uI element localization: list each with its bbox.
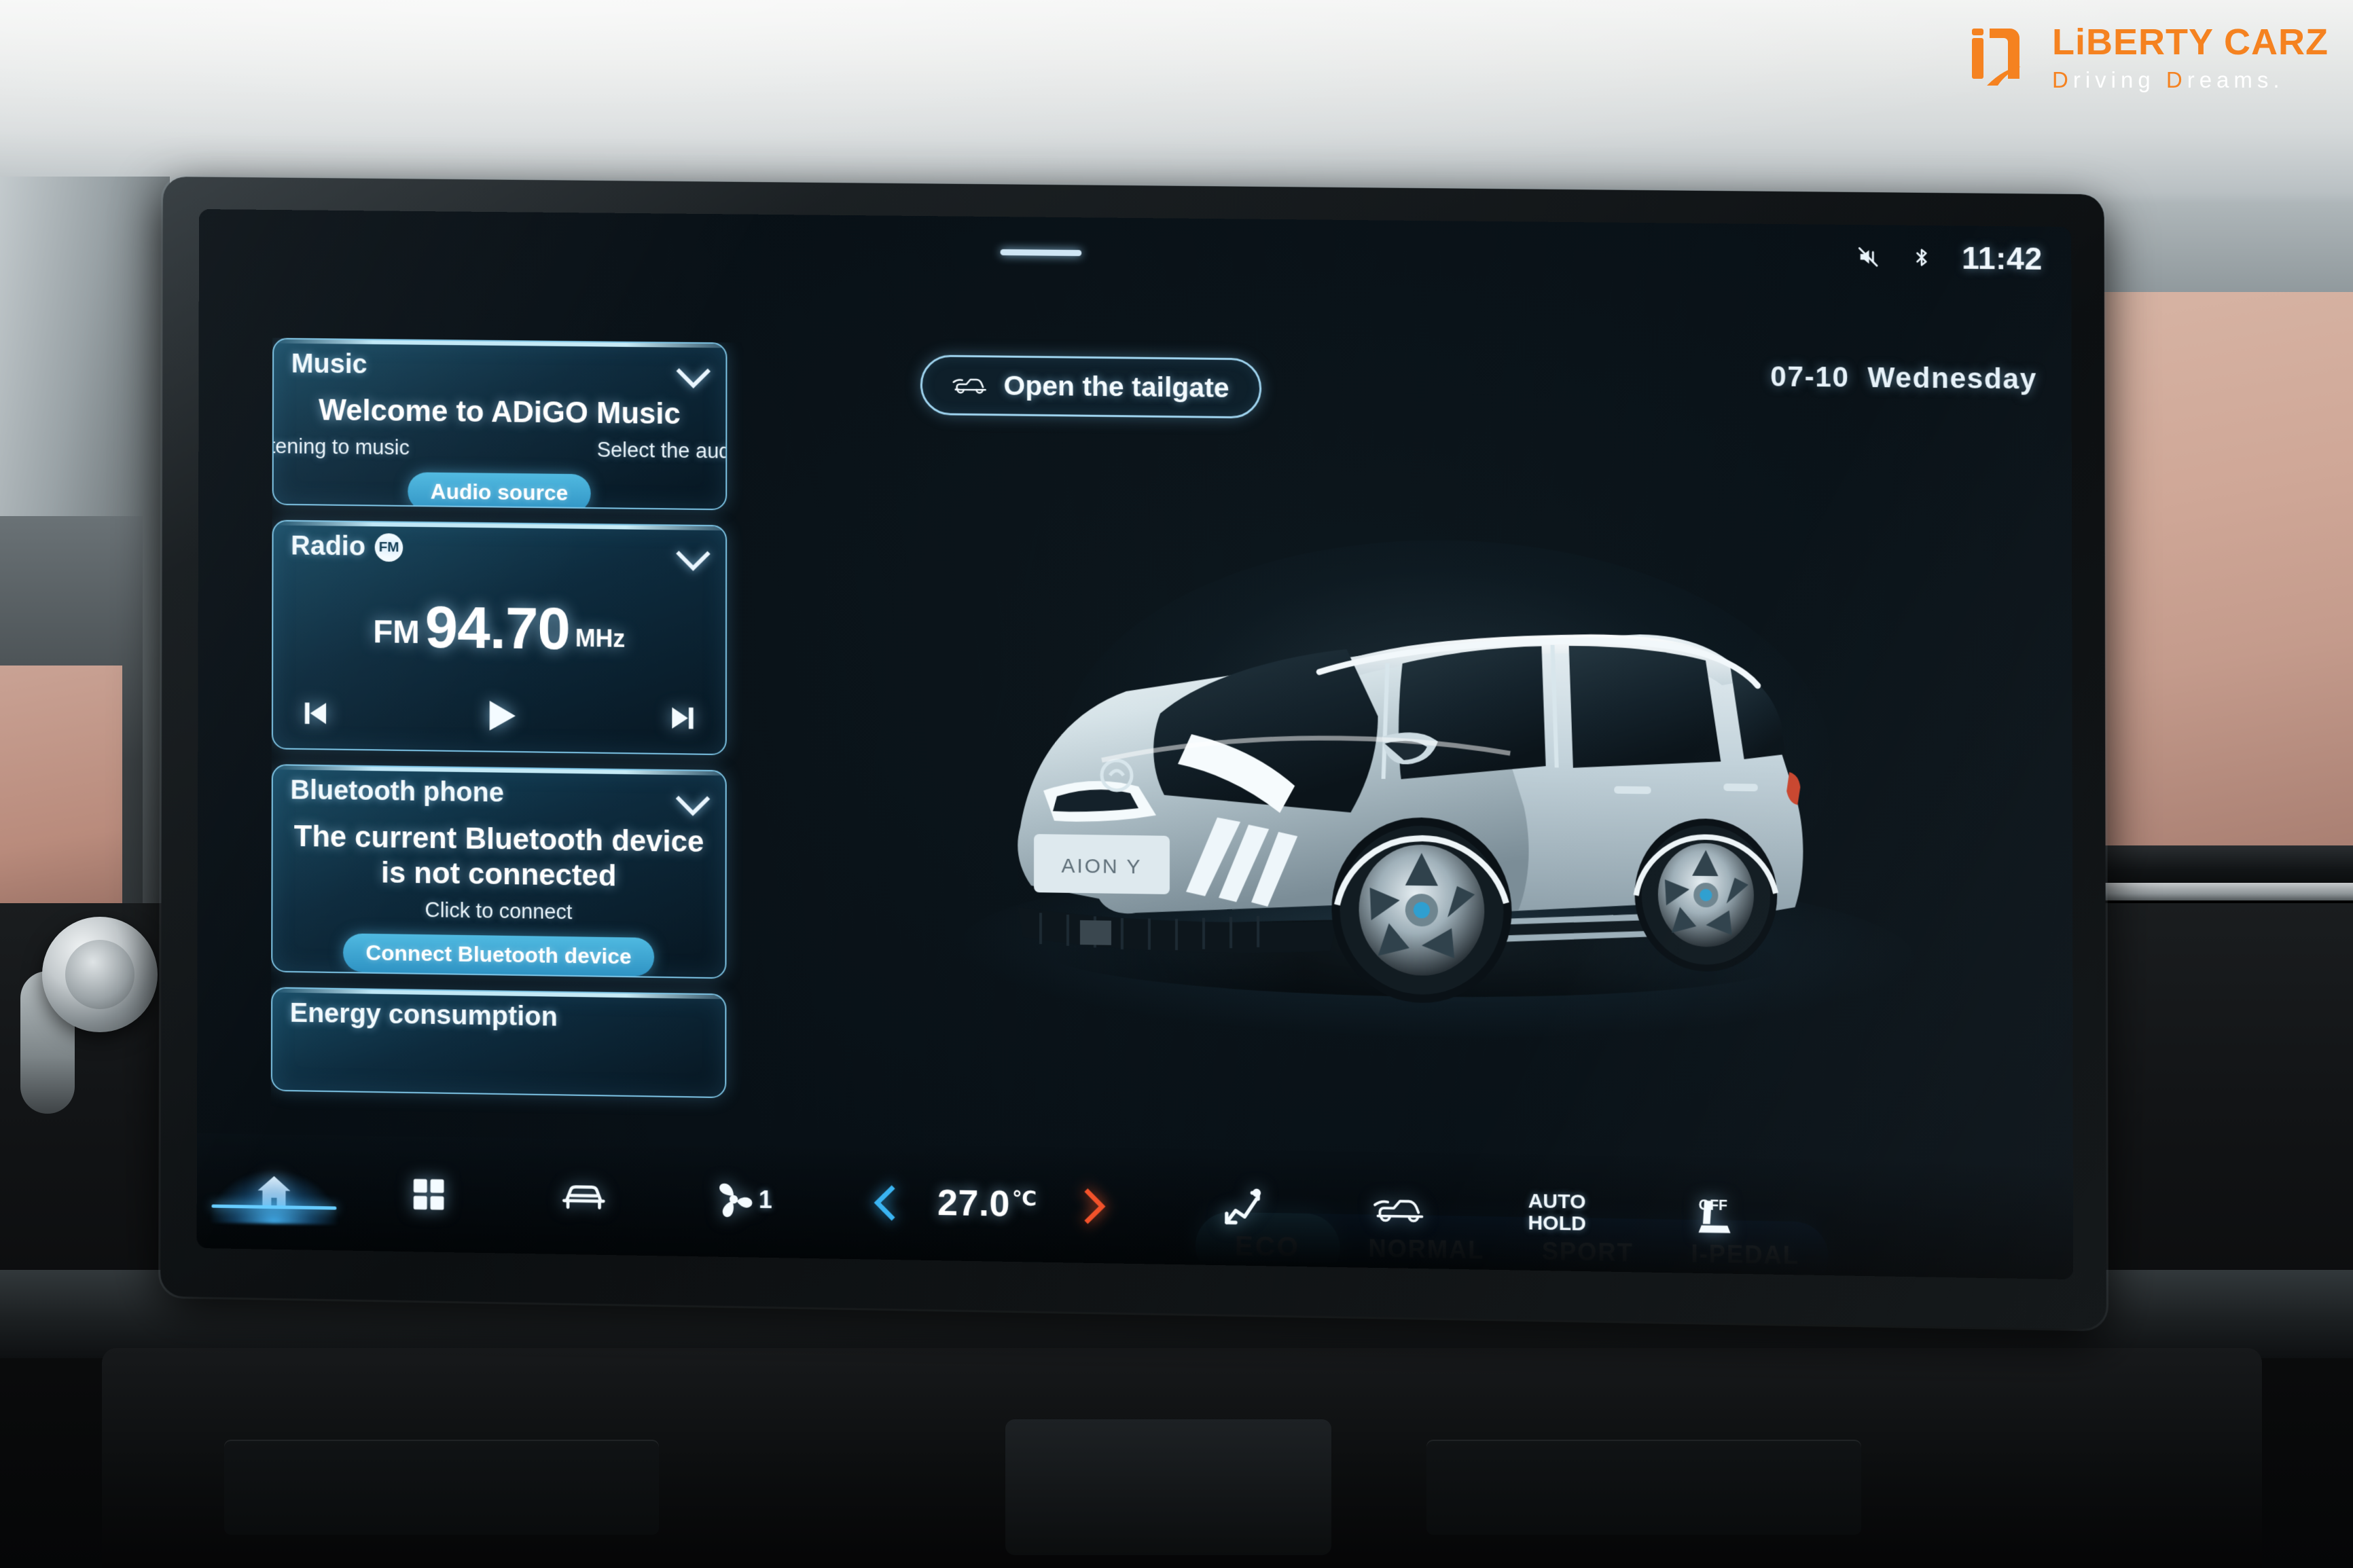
svg-text:OFF: OFF [1698, 1197, 1727, 1214]
widget-card-column[interactable]: Music Welcome to ADiGO Music tening to m… [270, 338, 744, 1142]
auto-hold-label: AUTO HOLD [1528, 1189, 1586, 1235]
radio-unit: MHz [575, 624, 626, 653]
nav-item-airflow[interactable] [1165, 1185, 1322, 1230]
radio-frequency-display: FM94.70 MHz [273, 564, 725, 696]
energy-card-title: Energy consumption [289, 998, 558, 1032]
car-illustration: AION Y [1018, 507, 1803, 1004]
nav-item-fan[interactable]: 1 [662, 1177, 824, 1222]
chevron-left-icon[interactable] [871, 1186, 901, 1217]
radio-card-header: Radio FM [273, 521, 725, 569]
apps-grid-icon [408, 1173, 449, 1215]
music-subtext-row: tening to music Select the audi [272, 430, 728, 464]
watermark-text: LiBERTY CARZ Driving Dreams. [2052, 24, 2329, 91]
fm-badge-icon: FM [374, 532, 403, 562]
nav-item-auto-hold[interactable]: AUTO HOLD [1478, 1190, 1636, 1237]
vehicle-plate-text: AION Y [1061, 855, 1142, 879]
chevron-down-icon[interactable] [677, 785, 708, 807]
energy-consumption-card[interactable]: Energy consumption [270, 987, 727, 1099]
control-knob-inner [65, 940, 134, 1009]
chevron-down-icon[interactable] [677, 357, 708, 379]
music-card-title: Music [291, 348, 367, 380]
nav-item-home[interactable] [197, 1169, 352, 1225]
air-vent-right [1426, 1440, 1861, 1535]
radio-card[interactable]: Radio FM FM94.70 MHz [271, 519, 728, 756]
play-icon[interactable] [477, 693, 522, 739]
bluetooth-hint: Click to connect [425, 898, 573, 924]
clock: 11:42 [1961, 240, 2043, 276]
watermark: LiBERTY CARZ Driving Dreams. [1966, 23, 2329, 91]
date-display: 07-10 Wednesday [1770, 360, 2038, 395]
skip-previous-icon[interactable] [296, 695, 332, 731]
car-tailgate-icon [952, 373, 989, 397]
liberty-carz-logo-icon [1971, 29, 2021, 86]
bluetooth-icon[interactable] [1908, 242, 1935, 273]
connect-bluetooth-button[interactable]: Connect Bluetooth device [342, 933, 655, 977]
car-tailgate-icon [1371, 1192, 1429, 1228]
nav-active-indicator [210, 1169, 338, 1225]
radio-card-title: Radio FM [291, 531, 403, 563]
open-tailgate-label: Open the tailgate [1003, 369, 1229, 403]
radio-frequency: 94.70 [425, 593, 571, 662]
status-bar: 11:42 [1854, 238, 2043, 277]
pulldown-handle[interactable] [1000, 249, 1082, 257]
temperature-value: 27.0℃ [937, 1182, 1037, 1224]
chevron-down-icon[interactable] [677, 540, 708, 562]
radio-transport-controls[interactable] [273, 691, 725, 755]
chevron-right-icon[interactable] [1074, 1190, 1104, 1220]
music-subtext-right: Select the audi [596, 437, 728, 463]
nav-item-tailgate[interactable] [1321, 1192, 1478, 1228]
music-headline: Welcome to ADiGO Music [319, 393, 681, 431]
music-card-header: Music [274, 339, 725, 386]
car-front-icon [558, 1178, 611, 1216]
skip-next-icon[interactable] [666, 699, 702, 737]
bluetooth-phone-card[interactable]: Bluetooth phone The current Bluetooth de… [271, 764, 727, 979]
air-vent-center [1005, 1419, 1331, 1555]
airflow-direction-icon [1221, 1186, 1265, 1229]
fan-speed-value: 1 [758, 1185, 772, 1214]
climate-temperature-control[interactable]: 27.0℃ [871, 1180, 1104, 1226]
seat-heater-off-icon: OFF [1690, 1193, 1740, 1238]
air-vent-left [224, 1440, 659, 1535]
bluetooth-status-headline: The current Bluetooth device is not conn… [293, 820, 704, 893]
radio-band: FM [373, 614, 420, 651]
vehicle-hero-image: AION Y [898, 507, 1962, 1052]
audio-source-button[interactable]: Audio source [408, 472, 591, 511]
music-subtext-left: tening to music [272, 434, 410, 460]
nav-item-vehicle[interactable] [506, 1178, 662, 1217]
infotainment-screen[interactable]: 11:42 07-10 Wednesday Open the tailgate [196, 208, 2074, 1280]
fan-icon [713, 1178, 755, 1221]
mute-icon[interactable] [1854, 242, 1882, 272]
music-card[interactable]: Music Welcome to ADiGO Music tening to m… [272, 338, 728, 511]
energy-card-header: Energy consumption [272, 988, 725, 1038]
bluetooth-card-title: Bluetooth phone [290, 775, 504, 808]
watermark-tagline: Driving Dreams. [2051, 67, 2284, 92]
bluetooth-card-header: Bluetooth phone [273, 765, 725, 814]
nav-item-seat-heater[interactable]: OFF [1636, 1192, 1793, 1239]
nav-item-apps[interactable] [351, 1173, 506, 1216]
watermark-brand: LiBERTY CARZ [2051, 21, 2329, 62]
open-tailgate-button[interactable]: Open the tailgate [920, 354, 1261, 419]
